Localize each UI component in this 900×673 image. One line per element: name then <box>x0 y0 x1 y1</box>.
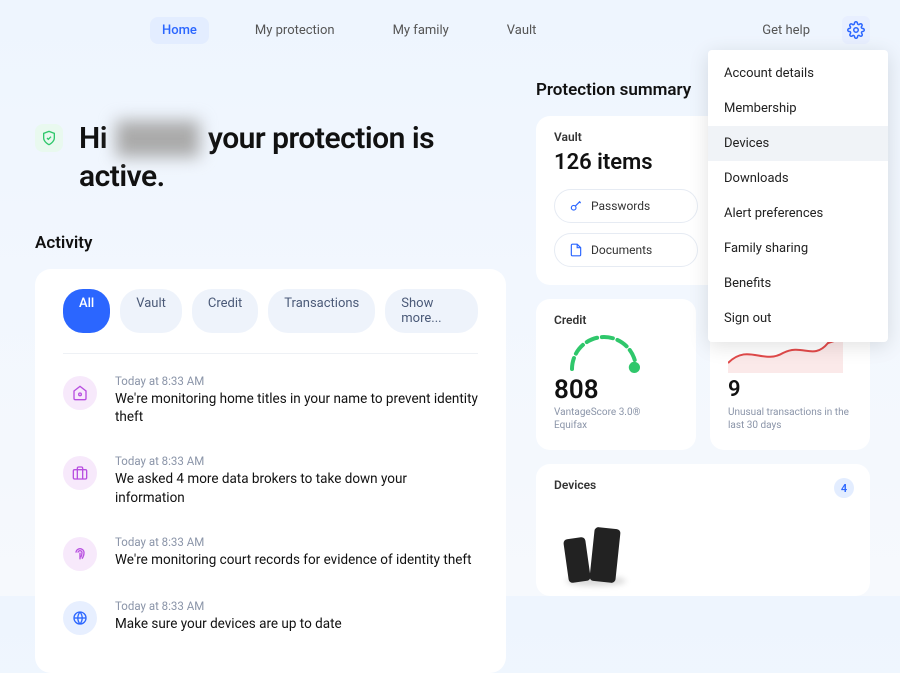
vault-passwords-button[interactable]: Passwords <box>554 189 698 223</box>
home-title-icon <box>72 385 88 401</box>
greeting-text: Hi ████ your protection is active. <box>79 120 459 195</box>
briefcase-icon <box>72 465 88 481</box>
shield-badge <box>35 124 63 152</box>
get-help-link[interactable]: Get help <box>750 17 822 44</box>
activity-time: Today at 8:33 AM <box>115 374 478 388</box>
activity-card: All Vault Credit Transactions Show more.… <box>35 269 506 673</box>
credit-provider: VantageScore 3.0® <box>554 407 678 418</box>
activity-item[interactable]: Today at 8:33 AM We're monitoring court … <box>63 521 478 585</box>
shield-check-icon <box>41 130 57 146</box>
menu-alert-preferences[interactable]: Alert preferences <box>708 196 888 231</box>
credit-score: 808 <box>554 375 678 405</box>
filter-all[interactable]: All <box>63 289 110 333</box>
menu-devices[interactable]: Devices <box>708 126 888 161</box>
activity-time: Today at 8:33 AM <box>115 599 478 613</box>
filter-credit[interactable]: Credit <box>192 289 258 333</box>
gear-icon <box>847 21 865 39</box>
fingerprint-icon <box>72 546 88 562</box>
document-icon <box>569 243 583 257</box>
filter-vault[interactable]: Vault <box>120 289 182 333</box>
menu-family-sharing[interactable]: Family sharing <box>708 231 888 266</box>
menu-sign-out[interactable]: Sign out <box>708 301 888 336</box>
redacted-name: ████ <box>114 120 201 158</box>
activity-filters: All Vault Credit Transactions Show more.… <box>63 289 478 354</box>
credit-vendor: Equifax <box>554 420 678 431</box>
activity-item[interactable]: Today at 8:33 AM We're monitoring home t… <box>63 360 478 440</box>
key-icon <box>569 199 583 213</box>
devices-count-badge: 4 <box>834 478 854 498</box>
vault-documents-button[interactable]: Documents <box>554 233 698 267</box>
activity-time: Today at 8:33 AM <box>115 454 478 468</box>
activity-item[interactable]: Today at 8:33 AM Make sure your devices … <box>63 585 478 649</box>
menu-account-details[interactable]: Account details <box>708 56 888 91</box>
transactions-count: 9 <box>728 377 852 402</box>
activity-time: Today at 8:33 AM <box>115 535 478 549</box>
nav-my-protection[interactable]: My protection <box>243 17 347 44</box>
activity-text: Make sure your devices are up to date <box>115 615 478 633</box>
activity-heading: Activity <box>35 233 506 253</box>
nav-home[interactable]: Home <box>150 17 209 44</box>
filter-transactions[interactable]: Transactions <box>268 289 375 333</box>
nav-vault[interactable]: Vault <box>495 17 549 44</box>
credit-gauge <box>554 333 678 373</box>
filter-show-more[interactable]: Show more... <box>385 289 478 333</box>
devices-label: Devices <box>554 478 852 492</box>
credit-label: Credit <box>554 313 678 327</box>
settings-menu: Account details Membership Devices Downl… <box>708 50 888 342</box>
activity-item[interactable]: Today at 8:33 AM We asked 4 more data br… <box>63 440 478 520</box>
activity-text: We're monitoring court records for evide… <box>115 551 478 569</box>
activity-text: We're monitoring home titles in your nam… <box>115 390 478 426</box>
menu-membership[interactable]: Membership <box>708 91 888 126</box>
credit-card[interactable]: Credit 808 VantageScore 3.0® Equifax <box>536 299 696 450</box>
devices-card[interactable]: Devices 4 <box>536 464 870 596</box>
nav-my-family[interactable]: My family <box>381 17 461 44</box>
devices-illustration <box>566 528 618 582</box>
transactions-sub: Unusual transactions in the last 30 days <box>728 406 852 432</box>
menu-downloads[interactable]: Downloads <box>708 161 888 196</box>
activity-text: We asked 4 more data brokers to take dow… <box>115 470 478 506</box>
device-globe-icon <box>72 610 88 626</box>
menu-benefits[interactable]: Benefits <box>708 266 888 301</box>
settings-button[interactable] <box>842 16 870 44</box>
